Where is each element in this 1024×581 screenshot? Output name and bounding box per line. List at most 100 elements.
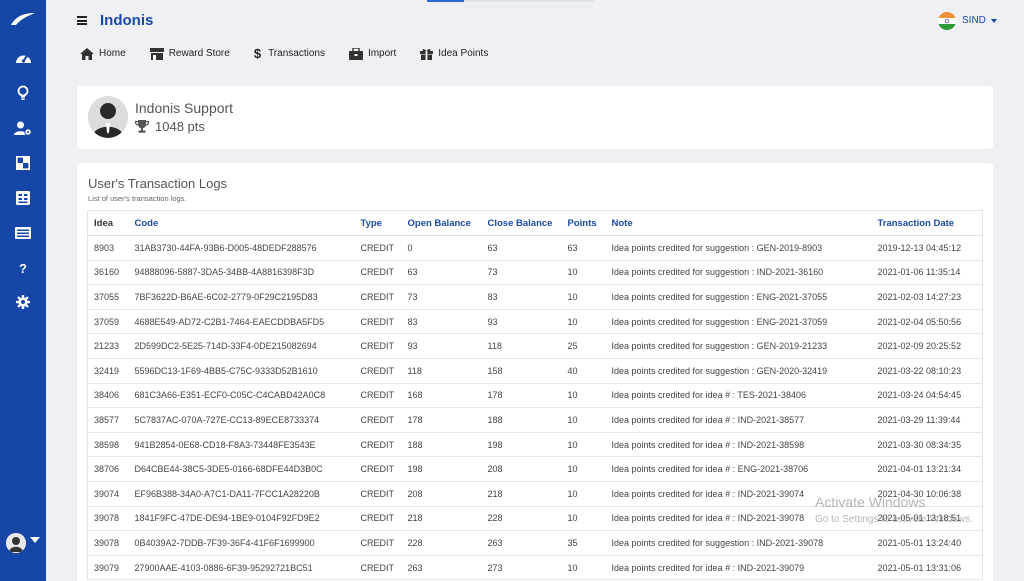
nav-reward-store[interactable]: Reward Store	[149, 47, 230, 60]
column-header[interactable]: Note	[605, 210, 872, 236]
table-cell: 10	[561, 284, 606, 310]
table-row: 39078 0B4039A2-7DDB-7F39-36F4-41F6F169990…	[87, 530, 983, 556]
table-cell: 7BF3622D-B6AE-6C02-2779-0F29C2195D83	[128, 284, 355, 310]
calculator-icon[interactable]	[13, 188, 33, 208]
table-cell: 1841F9FC-47DE-DE94-1BE9-0104F92FD9E2	[128, 506, 355, 532]
table-cell: 39078	[87, 530, 129, 556]
table-cell: CREDIT	[354, 530, 402, 556]
table-cell: 63	[481, 235, 562, 261]
top-nav: Home Reward Store $ Transactions Import …	[80, 46, 512, 61]
column-header[interactable]: Idea	[87, 210, 129, 236]
table-cell: CREDIT	[354, 456, 402, 482]
table-cell: 21233	[87, 333, 129, 359]
nav-idea-points-label: Idea Points	[438, 48, 489, 59]
table-cell: 5596DC13-1F69-4BB5-C75C-9333D52B1610	[128, 358, 355, 384]
column-header[interactable]: Points	[561, 210, 606, 236]
table-cell: 32419	[87, 358, 129, 384]
column-header[interactable]: Close Balance	[481, 210, 562, 236]
table-cell: 83	[401, 309, 482, 335]
table-row: 8903 31AB3730-44FA-93B6-D005-48DEDF288576…	[87, 235, 983, 261]
table-cell: 39074	[87, 481, 129, 507]
nav-home-label: Home	[99, 48, 126, 59]
table-row: 36160 94888096-5887-3DA5-34BB-4A8816398F3…	[87, 260, 983, 286]
table-cell: 39079	[87, 555, 129, 581]
table-cell: 10	[561, 309, 606, 335]
table-cell: CREDIT	[354, 333, 402, 359]
user-menu-caret-icon[interactable]	[30, 537, 40, 543]
app-logo-icon[interactable]	[10, 12, 36, 26]
india-flag-icon[interactable]	[938, 12, 956, 30]
nav-import[interactable]: Import	[348, 47, 396, 60]
table-row: 38406 681C3A66-E351-ECF0-C05C-C4CABD42A0C…	[87, 383, 983, 409]
table-cell: 63	[561, 235, 606, 261]
table-row: 38577 5C7837AC-070A-727E-CC13-89ECE873337…	[87, 407, 983, 433]
nav-idea-points[interactable]: Idea Points	[420, 48, 488, 60]
table-cell: Idea points credited for suggestion : IN…	[605, 530, 872, 556]
table-cell: 681C3A66-E351-ECF0-C05C-C4CABD42A0C8	[128, 383, 355, 409]
profile-points: 1048 pts	[135, 119, 205, 134]
table-cell: CREDIT	[354, 555, 402, 581]
table-cell: 263	[401, 555, 482, 581]
table-cell: 94888096-5887-3DA5-34BB-4A8816398F3D	[128, 260, 355, 286]
table-cell: 2021-02-09 20:25:52	[871, 333, 983, 359]
top-progress-track	[464, 0, 594, 2]
list-icon[interactable]	[13, 223, 33, 243]
dashboard-icon[interactable]	[13, 48, 33, 68]
nav-home[interactable]: Home	[80, 47, 126, 60]
column-header[interactable]: Open Balance	[401, 210, 482, 236]
table-header-row: Idea Code Type Open Balance Close Balance Poi…	[87, 210, 983, 236]
table-cell: 0	[401, 235, 482, 261]
user-settings-icon[interactable]	[13, 118, 33, 138]
column-header[interactable]: Code	[128, 210, 355, 236]
nav-reward-store-label: Reward Store	[168, 48, 230, 59]
table-cell: Idea points credited for suggestion : GE…	[605, 235, 872, 261]
table-cell: 35	[561, 530, 606, 556]
table-cell: CREDIT	[354, 235, 402, 261]
table-cell: 2D599DC2-5E25-714D-33F4-0DE215082694	[128, 333, 355, 359]
table-cell: 10	[561, 555, 606, 581]
settings-icon[interactable]	[13, 292, 33, 312]
top-progress-accent	[427, 0, 464, 2]
table-cell: 8903	[87, 235, 129, 261]
table-row: 32419 5596DC13-1F69-4BB5-C75C-9333D52B161…	[87, 358, 983, 384]
sidebar: ?	[0, 0, 46, 581]
table-cell: 218	[401, 506, 482, 532]
table-cell: 228	[401, 530, 482, 556]
table-cell: 158	[481, 358, 562, 384]
table-cell: Idea points credited for suggestion : EN…	[605, 284, 872, 310]
language-selector[interactable]: SIND	[962, 15, 986, 26]
table-cell: CREDIT	[354, 383, 402, 409]
lightbulb-icon[interactable]	[13, 83, 33, 103]
table-cell: 4688E549-AD72-C2B1-7464-EAECDDBA5FD5	[128, 309, 355, 335]
layout-icon[interactable]	[13, 153, 33, 173]
nav-transactions-label: Transactions	[268, 48, 325, 59]
watermark-line1: Activate Windows	[815, 494, 926, 510]
table-cell: 93	[481, 309, 562, 335]
help-icon[interactable]: ?	[13, 258, 33, 278]
column-header[interactable]: Type	[354, 210, 402, 236]
table-cell: 37059	[87, 309, 129, 335]
table-cell: 31AB3730-44FA-93B6-D005-48DEDF288576	[128, 235, 355, 261]
logs-title: User's Transaction Logs	[88, 176, 228, 191]
profile-card: Indonis Support 1048 pts	[77, 86, 993, 149]
nav-transactions[interactable]: $ Transactions	[254, 46, 325, 61]
table-cell: 263	[481, 530, 562, 556]
table-cell: 73	[481, 260, 562, 286]
table-cell: 10	[561, 432, 606, 458]
table-cell: 2021-05-01 13:31:06	[871, 555, 983, 581]
table-cell: 10	[561, 506, 606, 532]
table-cell: 38598	[87, 432, 129, 458]
table-cell: 178	[401, 407, 482, 433]
language-caret-icon[interactable]	[991, 19, 997, 23]
table-cell: 25	[561, 333, 606, 359]
user-avatar[interactable]	[6, 533, 26, 553]
table-cell: 27900AAE-4103-0886-6F39-95292721BC51	[128, 555, 355, 581]
table-cell: 118	[481, 333, 562, 359]
hamburger-menu-icon[interactable]	[77, 16, 87, 25]
table-cell: 10	[561, 383, 606, 409]
table-cell: 10	[561, 407, 606, 433]
store-icon	[149, 47, 164, 60]
column-header[interactable]: Transaction Date	[871, 210, 983, 236]
table-cell: CREDIT	[354, 260, 402, 286]
table-cell: 10	[561, 260, 606, 286]
